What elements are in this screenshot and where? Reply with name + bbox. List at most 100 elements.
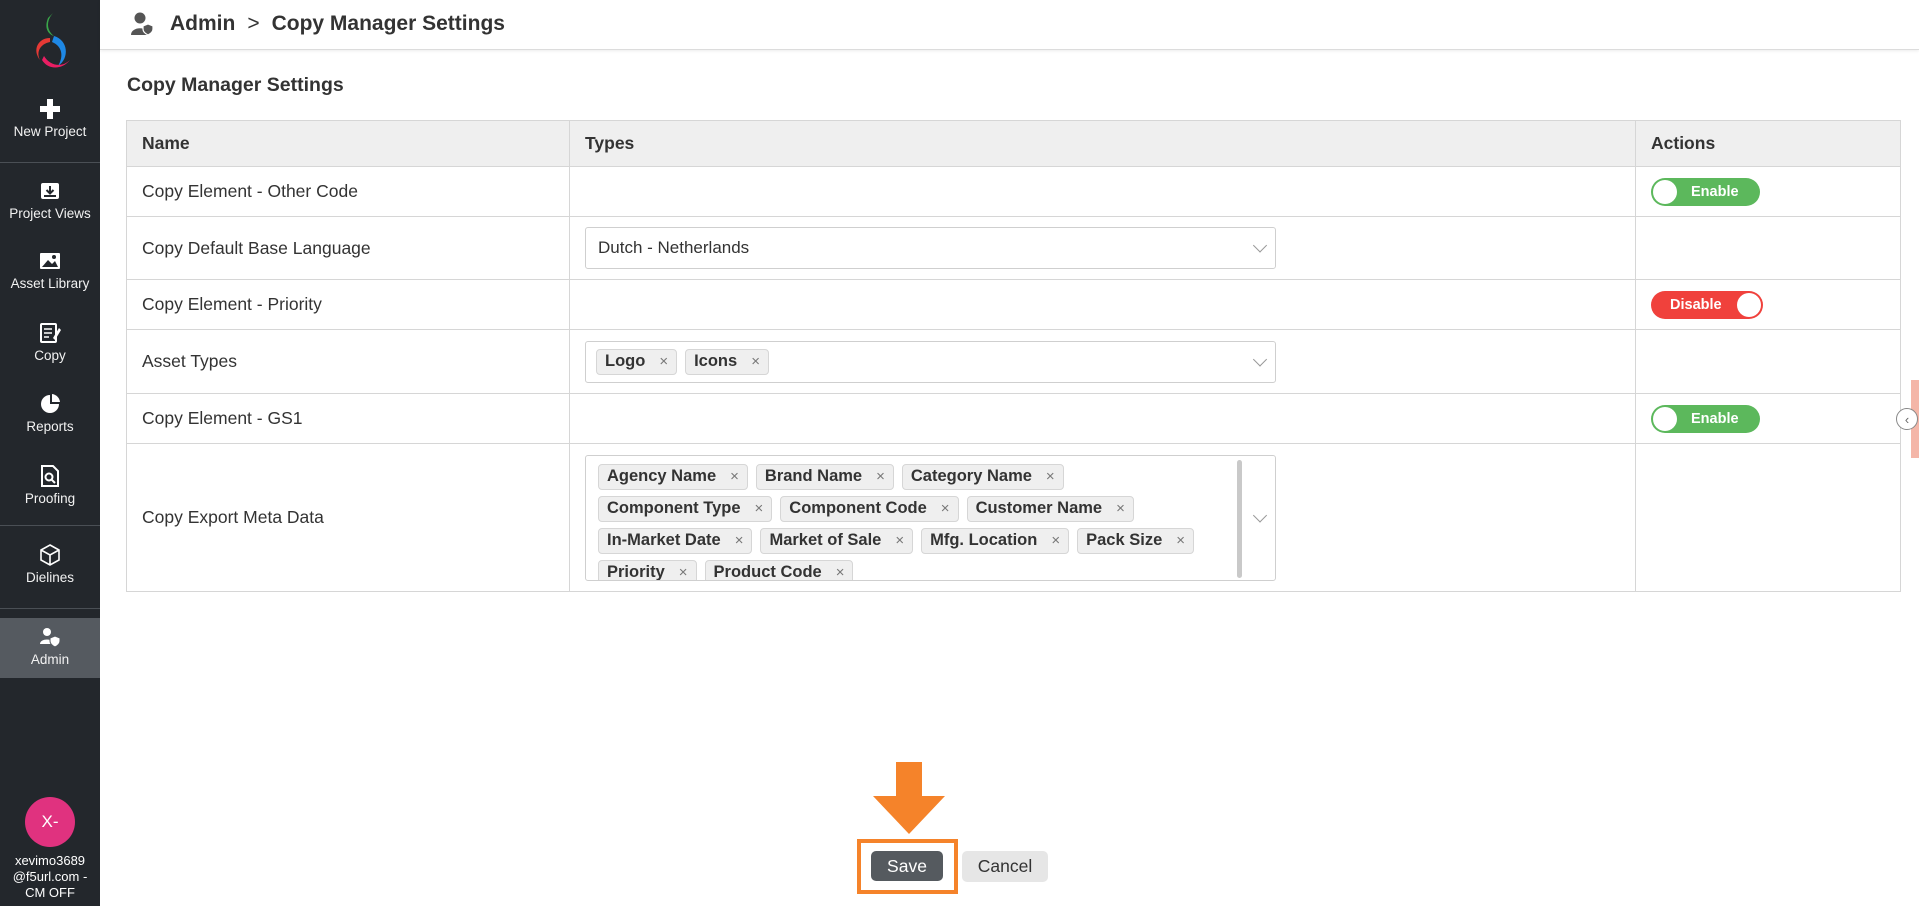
avatar[interactable]: X- <box>25 797 75 847</box>
tag-label: In-Market Date <box>607 531 721 549</box>
sidebar-item-label: New Project <box>13 124 87 139</box>
tag-label: Logo <box>605 352 646 370</box>
table-row: Copy Element - Priority Disable <box>126 279 1901 330</box>
base-language-select[interactable]: Dutch - Netherlands <box>585 227 1276 269</box>
document-search-icon <box>41 465 59 487</box>
remove-tag-icon[interactable]: × <box>730 468 739 485</box>
breadcrumb: Admin > Copy Manager Settings <box>130 11 505 37</box>
row-name: Copy Element - Priority <box>126 279 570 330</box>
plus-icon <box>40 99 60 119</box>
tag-chip: Icons × <box>685 348 769 375</box>
tag-label: Product Code <box>713 563 822 581</box>
remove-tag-icon[interactable]: × <box>895 532 904 549</box>
tag-label: Category Name <box>910 467 1032 485</box>
chevron-down-icon <box>1252 351 1268 367</box>
select-value: Dutch - Netherlands <box>598 238 750 257</box>
tag-chip: Component Type × <box>598 495 773 522</box>
tag-label: Market of Sale <box>769 531 882 549</box>
tag-label: Component Code <box>789 499 927 517</box>
enable-toggle[interactable]: Enable <box>1651 177 1760 206</box>
user-email-line2: @f5url.com - <box>12 869 88 884</box>
export-meta-multiselect[interactable]: Agency Name × Brand Name × Category Name × … <box>585 454 1276 581</box>
asset-types-multiselect[interactable]: Logo × Icons × <box>585 340 1276 383</box>
user-email-line1: xevimo3689 <box>14 853 86 868</box>
remove-tag-icon[interactable]: × <box>1046 468 1055 485</box>
save-button[interactable]: Save <box>871 851 943 881</box>
sidebar-item-copy[interactable]: Copy <box>0 322 100 363</box>
sidebar-item-admin[interactable]: Admin <box>0 618 100 678</box>
arrow-down-icon <box>873 762 945 834</box>
cancel-button[interactable]: Cancel <box>962 851 1048 882</box>
toggle-label: Enable <box>1691 183 1739 200</box>
tag-chip: Mfg. Location × <box>921 527 1070 554</box>
remove-tag-icon[interactable]: × <box>751 353 760 370</box>
pie-chart-icon <box>41 394 60 413</box>
chevron-down-icon <box>1252 238 1268 253</box>
table-header-row: Name Types Actions <box>126 120 1901 167</box>
remove-tag-icon[interactable]: × <box>1116 500 1125 517</box>
sidebar-item-reports[interactable]: Reports <box>0 393 100 434</box>
chevron-left-icon[interactable]: ‹ <box>1896 408 1918 430</box>
remove-tag-icon[interactable]: × <box>679 564 688 580</box>
user-shield-icon <box>40 628 61 648</box>
row-types: Dutch - Netherlands <box>569 216 1636 280</box>
sidebar-item-label: Dielines <box>25 570 75 585</box>
remove-tag-icon[interactable]: × <box>876 468 885 485</box>
tag-chip: Product Code × <box>704 559 854 581</box>
sidebar-item-proofing[interactable]: Proofing <box>0 465 100 506</box>
user-info: xevimo3689 @f5url.com - CM OFF <box>0 853 100 901</box>
inbox-download-icon <box>41 183 59 199</box>
image-icon <box>40 253 60 269</box>
edit-document-icon <box>40 323 61 343</box>
row-name: Copy Element - GS1 <box>126 393 570 444</box>
tag-chip: Priority × <box>598 559 697 581</box>
row-types: Logo × Icons × <box>569 329 1636 394</box>
row-name: Copy Default Base Language <box>126 216 570 280</box>
remove-tag-icon[interactable]: × <box>1051 532 1060 549</box>
enable-toggle[interactable]: Enable <box>1651 404 1760 433</box>
row-name: Copy Element - Other Code <box>126 166 570 217</box>
settings-table: Name Types Actions Copy Element - Other … <box>126 120 1901 592</box>
sidebar-item-dielines[interactable]: Dielines <box>0 544 100 585</box>
remove-tag-icon[interactable]: × <box>1176 532 1185 549</box>
tag-chip: Agency Name × <box>598 463 748 490</box>
app-logo[interactable] <box>24 8 76 74</box>
remove-tag-icon[interactable]: × <box>755 500 764 517</box>
sidebar-item-asset-library[interactable]: Asset Library <box>0 250 100 291</box>
tag-label: Priority <box>607 563 665 581</box>
row-actions: Disable <box>1635 279 1901 330</box>
row-types <box>569 393 1636 444</box>
scrollbar[interactable] <box>1237 459 1242 578</box>
toggle-knob <box>1653 179 1677 204</box>
sidebar-item-new-project[interactable]: New Project <box>0 98 100 139</box>
table-row: Copy Element - GS1 Enable <box>126 393 1901 444</box>
sidebar-item-label: Copy <box>34 348 66 363</box>
tag-label: Mfg. Location <box>930 531 1038 549</box>
tag-chip: Logo × <box>596 348 678 375</box>
row-actions: Enable <box>1635 166 1901 217</box>
table-row: Copy Default Base Language Dutch - Nethe… <box>126 216 1901 280</box>
avatar-initials: X- <box>41 812 59 831</box>
page-title: Copy Manager Settings <box>127 74 344 96</box>
cube-icon <box>40 544 60 566</box>
toggle-knob <box>1737 292 1761 317</box>
row-actions: Enable <box>1635 393 1901 444</box>
remove-tag-icon[interactable]: × <box>735 532 744 549</box>
tag-chip: Category Name × <box>901 463 1064 490</box>
sidebar-item-project-views[interactable]: Project Views <box>0 180 100 221</box>
row-name: Asset Types <box>126 329 570 394</box>
disable-toggle[interactable]: Disable <box>1651 290 1763 319</box>
tag-label: Component Type <box>607 499 741 517</box>
row-actions <box>1635 443 1901 592</box>
remove-tag-icon[interactable]: × <box>659 353 668 370</box>
remove-tag-icon[interactable]: × <box>941 500 950 517</box>
breadcrumb-root[interactable]: Admin <box>170 12 235 36</box>
header-name: Name <box>126 120 570 167</box>
tag-label: Agency Name <box>607 467 717 485</box>
remove-tag-icon[interactable]: × <box>836 564 845 580</box>
row-actions <box>1635 329 1901 394</box>
sidebar-divider <box>0 608 100 609</box>
breadcrumb-separator: > <box>247 12 260 35</box>
tag-chip: Brand Name × <box>755 463 894 490</box>
sidebar-item-label: Reports <box>26 419 74 434</box>
